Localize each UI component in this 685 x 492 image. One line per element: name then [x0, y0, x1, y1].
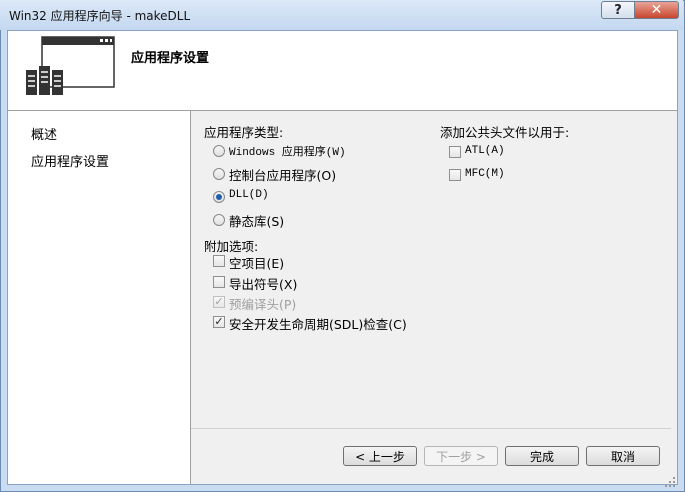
resize-grip-icon[interactable]: [664, 476, 676, 488]
checkbox-empty-project-label[interactable]: 空项目(E): [229, 253, 284, 272]
checkbox-mfc-label[interactable]: MFC(M): [465, 168, 505, 180]
checkbox-export-symbols[interactable]: [213, 276, 225, 288]
radio-dll-label[interactable]: DLL(D): [229, 189, 269, 201]
button-separator: [191, 428, 671, 429]
checkbox-precompiled-header: ✓: [213, 295, 225, 308]
radio-windows-app[interactable]: [213, 145, 225, 157]
checkbox-atl[interactable]: [449, 146, 461, 158]
nav-item-app-settings[interactable]: 应用程序设置: [31, 151, 109, 170]
help-button[interactable]: ?: [601, 1, 635, 19]
window-title: Win32 应用程序向导 - makeDLL: [9, 9, 191, 23]
radio-windows-app-label[interactable]: Windows 应用程序(W): [229, 143, 346, 159]
cancel-button[interactable]: 取消: [586, 446, 660, 466]
checkbox-precompiled-header-label: 预编译头(P): [229, 297, 297, 312]
radio-console-app-label[interactable]: 控制台应用程序(O): [229, 165, 336, 184]
radio-console-app[interactable]: [213, 168, 225, 180]
radio-dll[interactable]: [213, 191, 225, 203]
checkbox-mfc[interactable]: [449, 169, 461, 181]
checkbox-sdl-checks-label[interactable]: 安全开发生命周期(SDL)检查(C): [229, 314, 407, 333]
page-title: 应用程序设置: [131, 51, 210, 66]
nav-item-overview[interactable]: 概述: [31, 124, 57, 143]
prev-button[interactable]: < 上一步: [343, 446, 417, 466]
checkbox-sdl-checks[interactable]: ✓: [213, 316, 225, 328]
common-headers-label: 添加公共头文件以用于:: [440, 125, 570, 140]
radio-static-lib[interactable]: [213, 214, 225, 226]
finish-button[interactable]: 完成: [505, 446, 579, 466]
radio-static-lib-label[interactable]: 静态库(S): [229, 211, 284, 230]
checkbox-atl-label[interactable]: ATL(A): [465, 145, 505, 157]
checkbox-export-symbols-label[interactable]: 导出符号(X): [229, 274, 297, 293]
next-button: 下一步 >: [424, 446, 498, 466]
close-button[interactable]: ✕: [634, 1, 679, 19]
wizard-app-icon: [26, 36, 115, 95]
checkbox-empty-project[interactable]: [213, 255, 225, 267]
app-type-label: 应用程序类型:: [204, 125, 284, 140]
